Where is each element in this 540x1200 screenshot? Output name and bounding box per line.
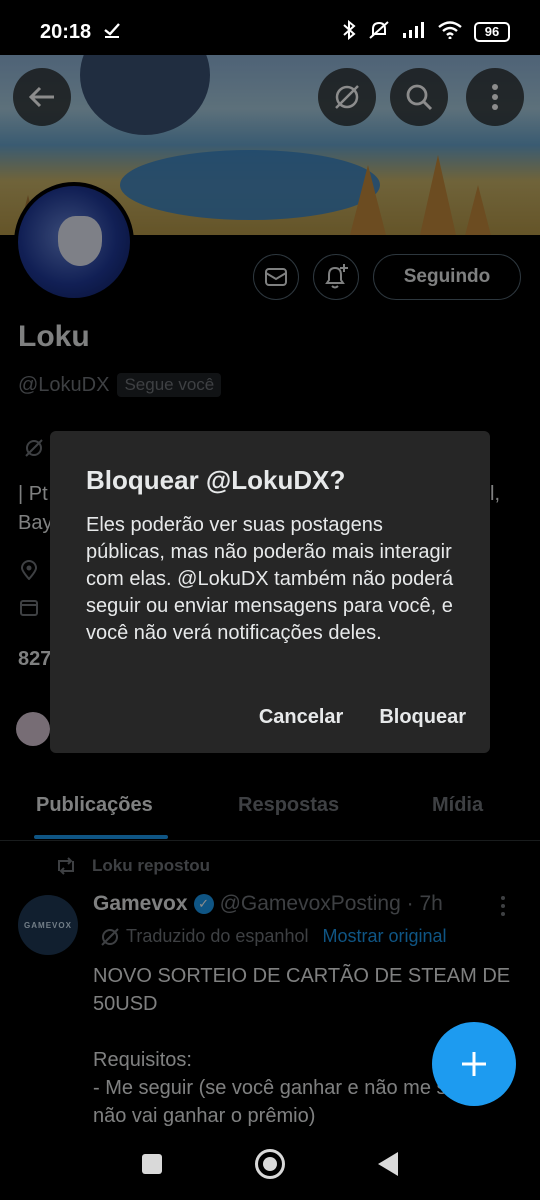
- following-button[interactable]: Seguindo: [373, 254, 521, 300]
- repost-header: Loku repostou: [54, 856, 210, 876]
- cancel-button[interactable]: Cancelar: [259, 706, 344, 729]
- tab-posts[interactable]: Publicações: [36, 794, 153, 817]
- back-nav-button[interactable]: [378, 1152, 398, 1176]
- wifi-icon: [438, 20, 462, 44]
- dialog-actions: Cancelar Bloquear: [259, 706, 466, 729]
- tab-replies[interactable]: Respostas: [238, 794, 339, 817]
- post-author-avatar[interactable]: GAMEVOX: [18, 895, 78, 955]
- search-icon: [406, 84, 433, 111]
- bluetooth-icon: [342, 19, 356, 45]
- battery-icon: 96: [474, 22, 510, 42]
- follows-you-badge: Segue você: [117, 373, 222, 397]
- banner-rock: [420, 155, 456, 235]
- active-tab-indicator: [34, 835, 168, 839]
- recent-apps-button[interactable]: [142, 1154, 162, 1174]
- repost-label: Loku repostou: [92, 856, 211, 875]
- no-translate-small-icon: [101, 927, 119, 946]
- status-time: 20:18: [40, 20, 92, 43]
- banner-rock: [460, 185, 496, 235]
- compose-button[interactable]: [432, 1022, 516, 1106]
- avatar-face: [58, 216, 102, 266]
- show-original-link[interactable]: Mostrar original: [322, 926, 446, 947]
- translation-row: Traduzido do espanhol Mostrar original: [100, 926, 447, 947]
- profile-avatar[interactable]: [14, 182, 134, 302]
- mail-icon: [265, 268, 287, 286]
- location-icon: [20, 560, 38, 586]
- tab-media[interactable]: Mídia: [432, 794, 483, 817]
- bio-text-fragment: | Pt: [18, 483, 48, 505]
- bell-plus-icon: [325, 264, 348, 289]
- search-button[interactable]: [390, 68, 448, 126]
- home-button[interactable]: [255, 1149, 285, 1179]
- message-button[interactable]: [253, 254, 299, 300]
- mute-icon: [368, 20, 390, 45]
- more-vertical-icon: [492, 84, 498, 110]
- no-translate-icon: [335, 85, 359, 109]
- verified-badge-icon: ✓: [193, 894, 214, 914]
- handle-row: @LokuDX Segue você: [18, 373, 222, 397]
- notifications-button[interactable]: [313, 254, 359, 300]
- plus-icon: [462, 1052, 486, 1076]
- arrow-left-icon: [28, 86, 54, 108]
- translated-label: Traduzido do espanhol: [126, 926, 309, 946]
- bio-text-fragment-end: l,: [490, 483, 500, 505]
- calendar-icon: [20, 598, 38, 622]
- banner-planet: [80, 55, 210, 135]
- translate-off-button[interactable]: [318, 68, 376, 126]
- no-translate-small-icon: [24, 438, 44, 464]
- profile-name: Loku: [18, 320, 90, 353]
- follower-avatar: [16, 712, 50, 746]
- home-dot-icon: [263, 1157, 277, 1171]
- signal-icon: [402, 21, 426, 43]
- profile-tabs: Publicações Respostas Mídia: [0, 780, 540, 841]
- back-button[interactable]: [13, 68, 71, 126]
- check-icon: [103, 21, 121, 44]
- bio-text-fragment-2: Bay: [18, 512, 53, 534]
- profile-handle: @LokuDX: [18, 373, 110, 396]
- block-button[interactable]: Bloquear: [379, 706, 466, 729]
- following-count-fragment: 827: [18, 648, 52, 670]
- post-handle-time: @GamevoxPosting · 7h: [219, 892, 443, 915]
- banner-lake: [120, 150, 380, 220]
- repost-icon: [58, 857, 74, 875]
- block-dialog: Bloquear @LokuDX? Eles poderão ver suas …: [50, 431, 490, 753]
- post-author-name[interactable]: Gamevox: [93, 892, 188, 916]
- dialog-body: Eles poderão ver suas postagens públicas…: [86, 514, 454, 644]
- dialog-title: Bloquear @LokuDX?: [86, 465, 346, 495]
- post-header: Gamevox ✓ @GamevoxPosting · 7h: [93, 892, 443, 916]
- more-options-button[interactable]: [466, 68, 524, 126]
- banner-rock: [350, 165, 386, 235]
- system-nav-bar: [0, 1130, 540, 1200]
- post-more-icon[interactable]: [500, 895, 506, 917]
